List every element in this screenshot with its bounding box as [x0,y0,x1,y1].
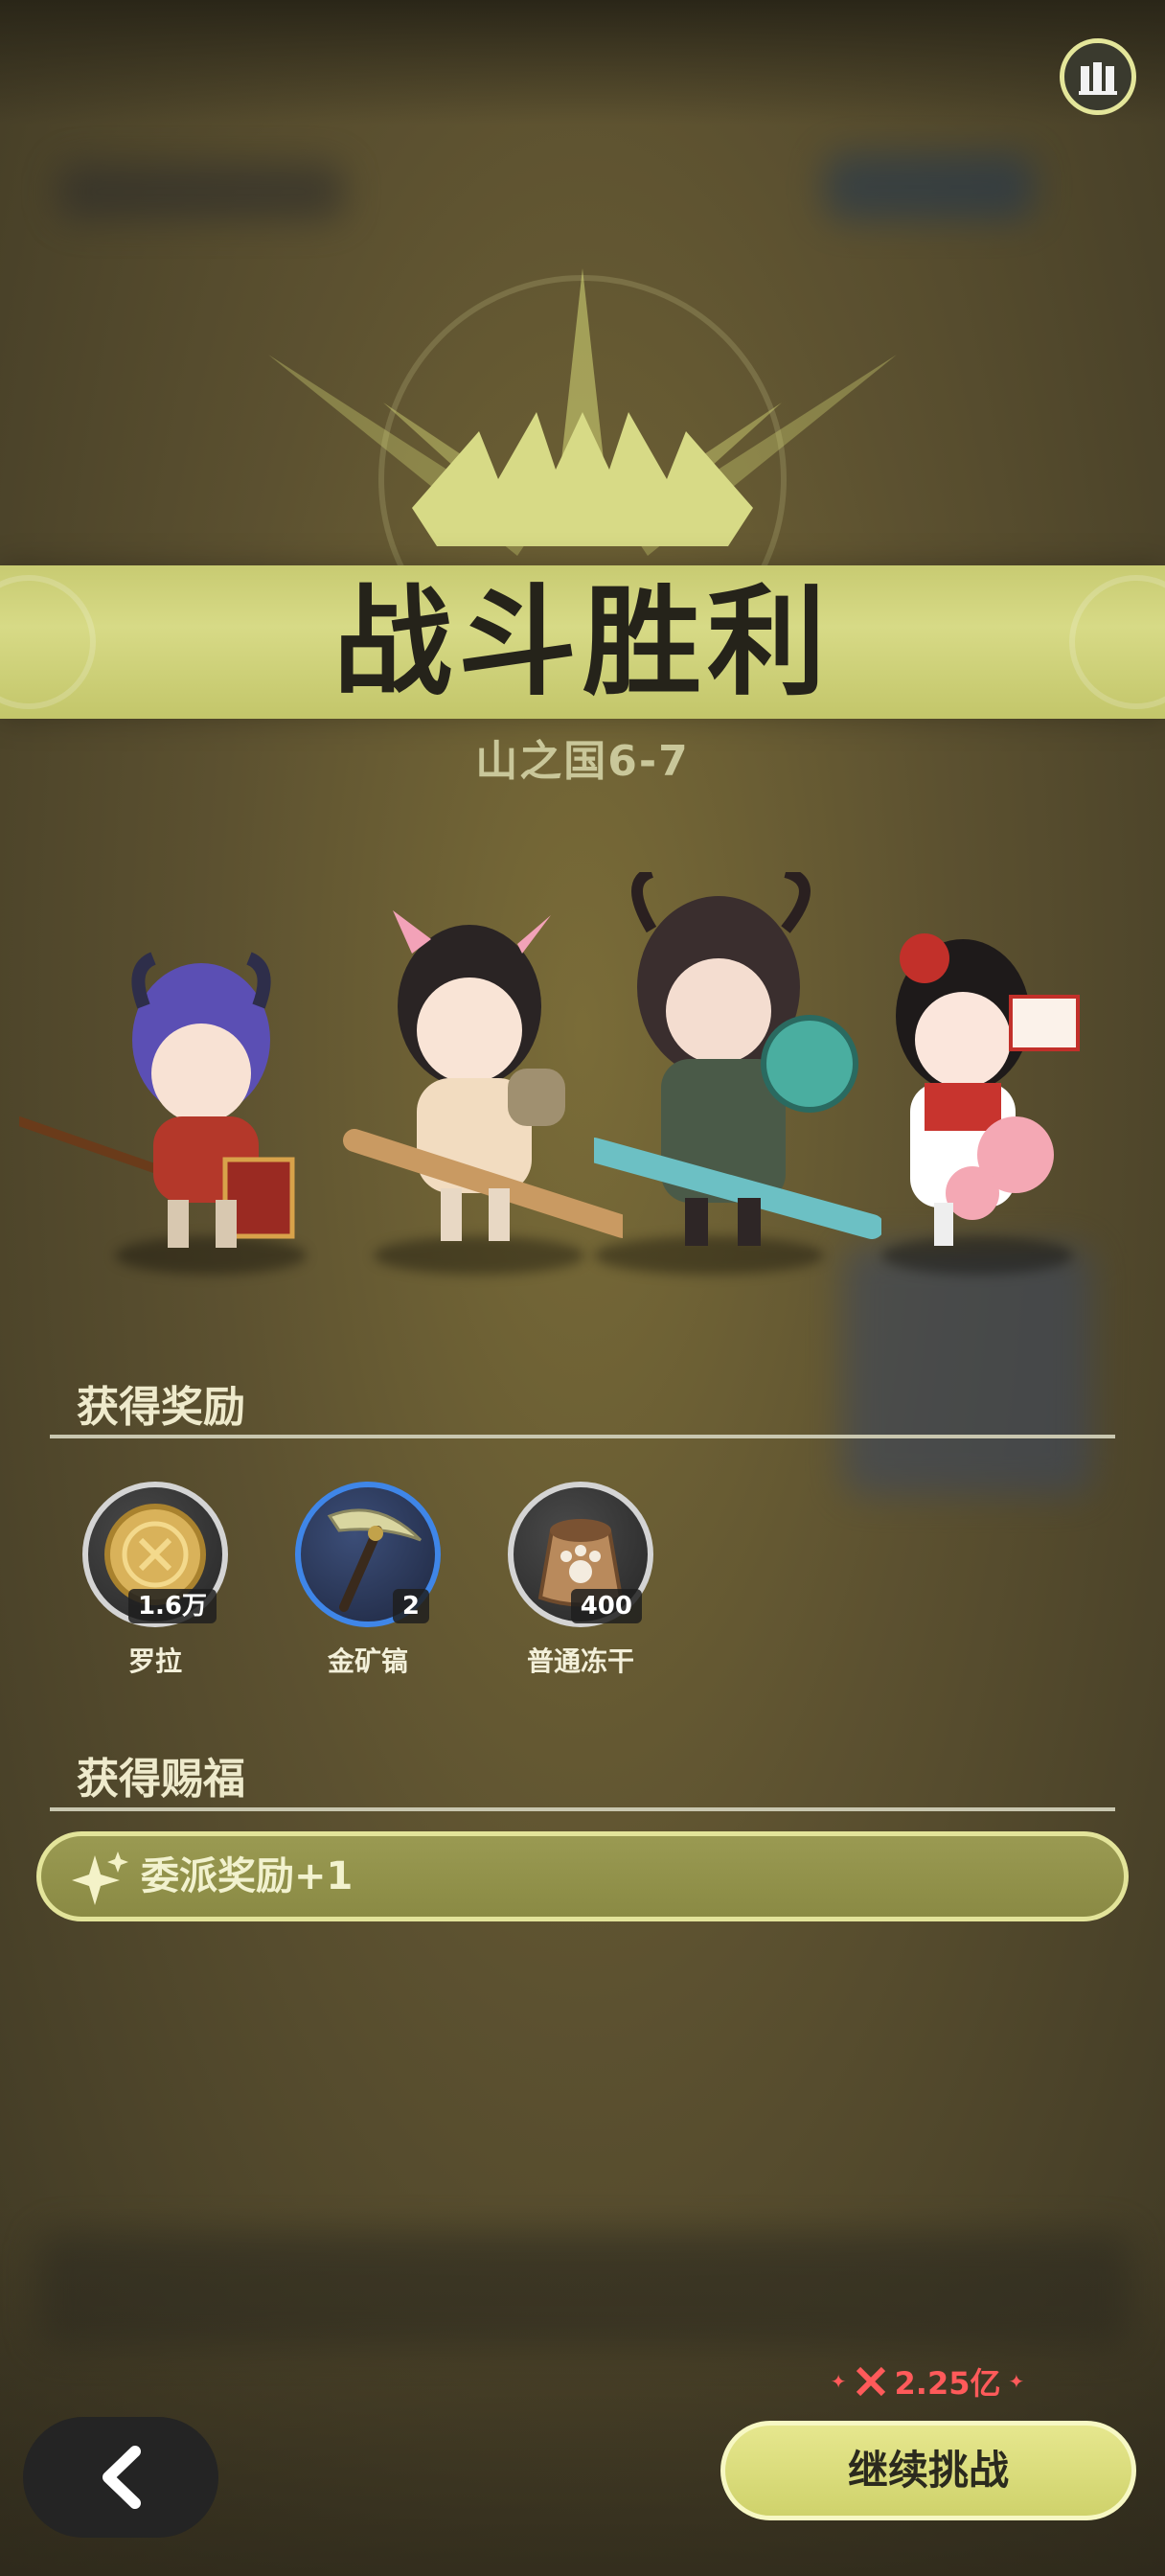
bg-blur-block [824,153,1035,220]
diamond-icon: ✦ [830,2370,847,2393]
blessing-section-title: 获得赐福 [77,1755,245,1804]
stage-label: 山之国6-7 [475,737,690,786]
continue-challenge-button[interactable]: 继续挑战 [720,2421,1136,2520]
reward-count: 1.6万 [127,1589,217,1623]
reward-name: 普通冻干 [526,1645,634,1677]
back-button[interactable] [23,2417,218,2538]
reward-count: 400 [570,1589,642,1623]
hero-portrait-4[interactable] [857,920,1087,1255]
reward-item[interactable]: 400 普通冻干 [504,1482,657,1677]
sparkle-icon [72,1852,128,1905]
bg-blur-block [57,163,345,220]
section-divider [50,1807,1115,1811]
diamond-icon: ✦ [1008,2370,1025,2393]
reward-name: 罗拉 [127,1645,182,1677]
crossed-swords-icon [856,2366,885,2397]
bg-blur-block [843,1246,1092,1495]
reward-name: 金矿镐 [327,1645,408,1677]
hero-portrait-1[interactable] [19,949,307,1265]
rewards-section-title: 获得奖励 [77,1383,245,1432]
reward-item[interactable]: 1.6万 罗拉 [79,1482,232,1677]
victory-title: 战斗胜利 [332,574,832,712]
reward-item[interactable]: 2 金矿镐 [291,1482,445,1677]
hero-portrait-2[interactable] [335,901,623,1255]
chevron-left-icon [103,2446,141,2509]
victory-burst [268,268,897,585]
blessing-item[interactable]: 委派奖励+1 [36,1831,1129,1921]
top-fade [0,0,1165,125]
bar-chart-icon [1079,62,1117,95]
combat-power: ✦ 2.25亿 ✦ [822,2359,1033,2404]
reward-count: 2 [392,1589,429,1623]
battle-result-screen: 战斗胜利 山之国6-7 获得奖励 1.6万 罗拉 2 金矿镐 400 普通冻干 … [0,0,1165,2576]
section-divider [50,1435,1115,1438]
stats-button[interactable] [1060,38,1136,115]
combat-power-value: 2.25亿 [894,2365,1001,2402]
hero-portrait-3[interactable] [594,872,881,1255]
blessing-label: 委派奖励+1 [141,1854,354,1898]
